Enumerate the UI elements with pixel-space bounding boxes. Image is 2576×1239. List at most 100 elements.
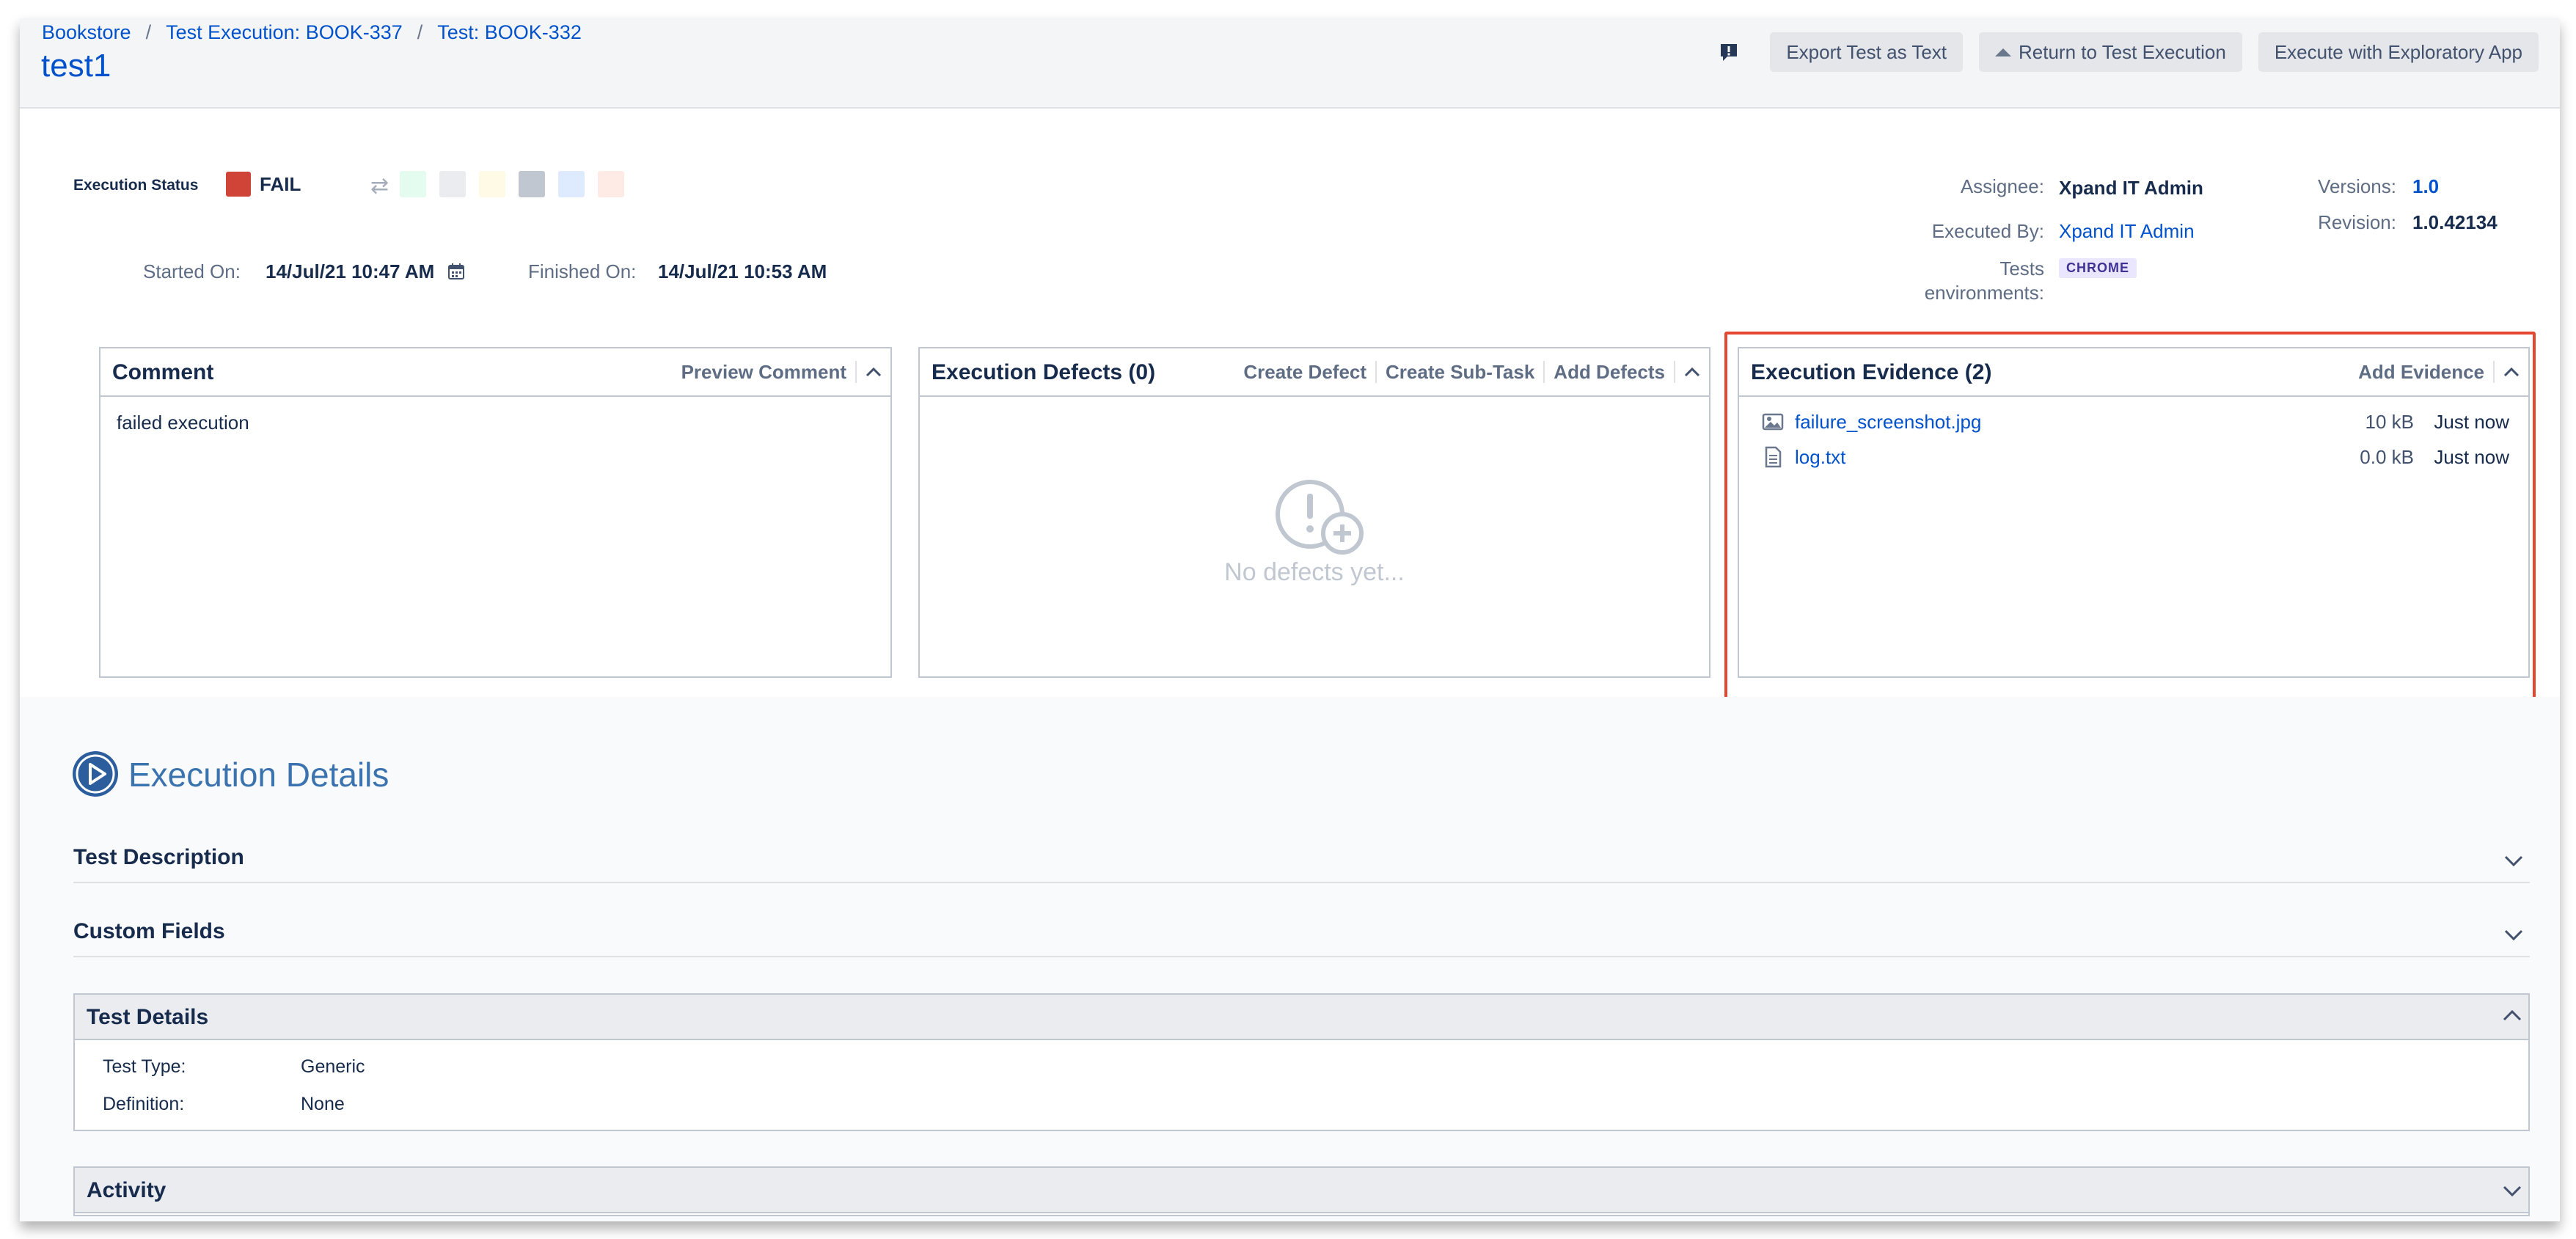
expand-chevron-down-icon[interactable] — [2503, 854, 2524, 867]
execution-evidence-panel: Execution Evidence (2) Add Evidence fail… — [1738, 347, 2530, 678]
test-details-title: Test Details — [87, 1005, 209, 1029]
text-file-icon — [1765, 446, 1782, 468]
tests-environments-label-line1: Tests — [1999, 257, 2044, 279]
add-defects-button[interactable]: Add Defects — [1545, 361, 1674, 384]
breadcrumb-separator: / — [417, 21, 423, 43]
revision-value: 1.0.42134 — [2412, 211, 2498, 233]
comment-title: Comment — [112, 360, 214, 384]
versions-value[interactable]: 1.0 — [2412, 175, 2439, 198]
assignee-label: Assignee: — [1960, 175, 2044, 197]
evidence-panel-header: Execution Evidence (2) Add Evidence — [1739, 348, 2528, 397]
status-swatch-executing[interactable] — [479, 171, 505, 197]
status-fail-swatch[interactable] — [226, 172, 251, 197]
environment-chip[interactable]: CHROME — [2059, 258, 2137, 278]
evidence-actions: Add Evidence — [2349, 348, 2528, 395]
preview-comment-button[interactable]: Preview Comment — [673, 361, 855, 384]
custom-fields-section[interactable]: Custom Fields — [73, 918, 2530, 962]
defects-actions: Create Defect Create Sub-Task Add Defect… — [1234, 348, 1709, 395]
assignee-value[interactable]: Xpand IT Admin — [2059, 177, 2203, 200]
defects-panel-header: Execution Defects (0) Create Defect Crea… — [920, 348, 1709, 397]
play-circle-icon — [73, 751, 118, 797]
activity-title: Activity — [87, 1178, 167, 1202]
status-swatch-pass[interactable] — [400, 171, 426, 197]
exploratory-button-label: Execute with Exploratory App — [2274, 40, 2522, 63]
status-swatch-other[interactable] — [598, 171, 624, 197]
evidence-file-size: 10 kB — [2365, 410, 2415, 433]
evidence-file-time: Just now — [2434, 410, 2509, 433]
return-to-test-execution-button[interactable]: Return to Test Execution — [1979, 32, 2242, 72]
started-on-label: Started On: — [143, 260, 241, 282]
test-details-section: Test Details Test Type: Generic Definiti… — [73, 993, 2530, 1131]
evidence-title: Execution Evidence (2) — [1751, 360, 1992, 384]
page-title: test1 — [41, 48, 111, 84]
comment-actions: Preview Comment — [673, 348, 890, 395]
expand-chevron-down-icon[interactable] — [2503, 928, 2524, 941]
app-window: Bookstore / Test Execution: BOOK-337 / T… — [20, 18, 2560, 1221]
create-defect-button[interactable]: Create Defect — [1234, 361, 1375, 384]
feedback-icon[interactable] — [1719, 42, 1739, 62]
breadcrumb-test-execution[interactable]: Test Execution: BOOK-337 — [166, 21, 403, 44]
status-swatch-blocked[interactable] — [558, 171, 585, 197]
executed-by-value[interactable]: Xpand IT Admin — [2059, 220, 2195, 243]
definition-label: Definition: — [103, 1094, 185, 1114]
evidence-file-name[interactable]: log.txt — [1795, 446, 2326, 469]
breadcrumb-bookstore[interactable]: Bookstore — [42, 21, 131, 44]
create-subtask-button[interactable]: Create Sub-Task — [1377, 361, 1543, 384]
calendar-icon[interactable] — [447, 263, 465, 280]
versions-label: Versions: — [2318, 175, 2396, 197]
activity-section: Activity — [73, 1166, 2530, 1216]
activity-header[interactable]: Activity — [75, 1168, 2528, 1213]
return-button-label: Return to Test Execution — [2019, 40, 2226, 63]
section-divider — [73, 882, 2530, 883]
section-divider — [73, 956, 2530, 957]
evidence-file-time: Just now — [2434, 445, 2509, 468]
status-swatch-todo[interactable] — [439, 171, 466, 197]
comment-body[interactable]: failed execution — [100, 397, 890, 676]
breadcrumb: Bookstore / Test Execution: BOOK-337 / T… — [42, 21, 582, 44]
test-description-title: Test Description — [73, 845, 244, 869]
collapse-chevron-up-icon[interactable] — [2495, 348, 2528, 395]
test-description-section[interactable]: Test Description — [73, 844, 2530, 888]
defects-title: Execution Defects (0) — [932, 360, 1156, 384]
expand-chevron-down-icon[interactable] — [2502, 1184, 2522, 1197]
tests-environments-label-line2: environments: — [1924, 282, 2044, 304]
evidence-file-row[interactable]: log.txt 0.0 kB Just now — [1761, 442, 2509, 472]
definition-value: None — [301, 1094, 345, 1114]
comment-panel-header: Comment Preview Comment — [100, 348, 890, 397]
test-details-header[interactable]: Test Details — [75, 995, 2528, 1040]
execution-details-area: Execution Details Test Description Custo… — [20, 697, 2560, 1221]
evidence-file-name[interactable]: failure_screenshot.jpg — [1795, 411, 2326, 434]
defects-body: No defects yet... — [920, 397, 1709, 676]
test-type-value: Generic — [301, 1056, 365, 1077]
status-value: FAIL — [260, 173, 301, 195]
comment-panel: Comment Preview Comment failed execution — [99, 347, 892, 678]
export-test-as-text-button[interactable]: Export Test as Text — [1770, 32, 1964, 72]
evidence-body: failure_screenshot.jpg 10 kB Just now lo… — [1739, 397, 2528, 676]
executed-by-label: Executed By: — [1931, 220, 2044, 242]
header-actions: Export Test as Text Return to Test Execu… — [1719, 32, 2539, 72]
breadcrumb-test[interactable]: Test: BOOK-332 — [437, 21, 582, 44]
evidence-file-size: 0.0 kB — [2360, 445, 2414, 468]
comment-text: failed execution — [117, 412, 249, 434]
no-defects-message: No defects yet... — [1224, 558, 1405, 586]
execution-status-label: Execution Status — [73, 177, 199, 194]
test-type-label: Test Type: — [103, 1056, 186, 1077]
swap-icon[interactable]: ⇄ — [370, 173, 389, 199]
revision-label: Revision: — [2318, 211, 2396, 233]
collapse-chevron-up-icon[interactable] — [1675, 348, 1709, 395]
status-swatch-aborted[interactable] — [519, 171, 545, 197]
evidence-file-row[interactable]: failure_screenshot.jpg 10 kB Just now — [1761, 407, 2509, 436]
page-header: Bookstore / Test Execution: BOOK-337 / T… — [20, 18, 2560, 109]
finished-on-label: Finished On: — [528, 260, 637, 282]
arrow-up-icon — [1995, 48, 2012, 56]
collapse-chevron-up-icon[interactable] — [857, 348, 890, 395]
add-evidence-button[interactable]: Add Evidence — [2349, 361, 2493, 384]
execute-exploratory-app-button[interactable]: Execute with Exploratory App — [2258, 32, 2539, 72]
collapse-chevron-up-icon[interactable] — [2502, 1009, 2522, 1023]
custom-fields-title: Custom Fields — [73, 919, 225, 943]
image-file-icon — [1762, 413, 1784, 431]
no-defects-icon — [1276, 480, 1364, 555]
breadcrumb-separator: / — [145, 21, 152, 43]
execution-details-title: Execution Details — [128, 756, 389, 794]
started-on-value: 14/Jul/21 10:47 AM — [266, 260, 435, 282]
